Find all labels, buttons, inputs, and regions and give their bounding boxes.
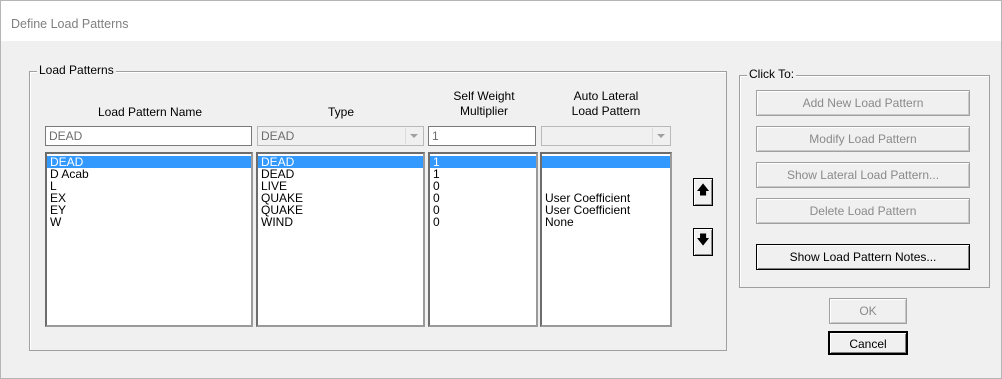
- move-up-button[interactable]: 🡅: [693, 178, 713, 206]
- show-load-pattern-notes-button[interactable]: Show Load Pattern Notes...: [756, 244, 970, 270]
- list-item[interactable]: L: [47, 180, 251, 192]
- list-item[interactable]: WIND: [258, 216, 423, 228]
- delete-load-pattern-button[interactable]: Delete Load Pattern: [756, 198, 970, 224]
- column-header-auto-lateral-line1: Auto Lateral: [573, 89, 639, 103]
- name-list[interactable]: DEAD D Acab L EX EY W: [45, 152, 253, 327]
- move-down-button[interactable]: 🡇: [693, 228, 713, 256]
- load-patterns-group-label: Load Patterns: [37, 63, 116, 77]
- load-pattern-name-input[interactable]: DEAD: [45, 126, 252, 146]
- cancel-button[interactable]: Cancel: [828, 331, 908, 355]
- self-weight-multiplier-input[interactable]: 1: [428, 126, 536, 146]
- window-title: Define Load Patterns: [11, 17, 129, 31]
- arrow-up-icon: 🡅: [696, 182, 710, 197]
- list-item[interactable]: 1: [430, 168, 536, 180]
- modify-load-pattern-button[interactable]: Modify Load Pattern: [756, 126, 970, 152]
- multiplier-list[interactable]: 1 1 0 0 0 0: [428, 152, 538, 327]
- add-new-load-pattern-button[interactable]: Add New Load Pattern: [756, 90, 970, 116]
- column-header-self-weight-line2: Multiplier: [459, 104, 508, 118]
- list-item[interactable]: 0: [430, 192, 536, 204]
- title-bar[interactable]: Define Load Patterns: [1, 1, 1001, 41]
- list-item[interactable]: [542, 168, 670, 180]
- define-load-patterns-dialog: Define Load Patterns Load Patterns Load …: [0, 0, 1002, 379]
- column-header-auto-lateral-line2: Load Pattern: [571, 104, 641, 118]
- auto-lateral-list[interactable]: User Coefficient User Coefficient None: [540, 152, 672, 327]
- list-item[interactable]: 1: [430, 156, 536, 168]
- column-header-name: Load Pattern Name: [97, 105, 203, 119]
- chevron-down-icon: [405, 128, 422, 144]
- list-item[interactable]: None: [542, 216, 670, 228]
- chevron-down-icon: [652, 128, 669, 144]
- type-dropdown-value: DEAD: [261, 129, 295, 143]
- show-lateral-load-pattern-button[interactable]: Show Lateral Load Pattern...: [756, 162, 970, 188]
- list-item[interactable]: W: [47, 216, 251, 228]
- column-header-auto-lateral: Auto Lateral Load Pattern: [541, 89, 671, 119]
- click-to-group-label: Click To:: [747, 67, 797, 81]
- column-header-type: Type: [327, 105, 354, 119]
- list-item[interactable]: D Acab: [47, 168, 251, 180]
- type-list[interactable]: DEAD DEAD LIVE QUAKE QUAKE WIND: [256, 152, 425, 327]
- auto-lateral-dropdown[interactable]: [541, 126, 671, 146]
- list-item[interactable]: [542, 156, 670, 168]
- column-header-self-weight-line1: Self Weight: [453, 89, 515, 103]
- list-item[interactable]: EY: [47, 204, 251, 216]
- list-item[interactable]: EX: [47, 192, 251, 204]
- list-item[interactable]: 0: [430, 216, 536, 228]
- type-dropdown[interactable]: DEAD: [257, 126, 424, 146]
- column-header-self-weight: Self Weight Multiplier: [429, 89, 539, 119]
- arrow-down-icon: 🡇: [696, 232, 710, 247]
- ok-button[interactable]: OK: [829, 298, 907, 324]
- list-item[interactable]: 0: [430, 204, 536, 216]
- list-item[interactable]: 0: [430, 180, 536, 192]
